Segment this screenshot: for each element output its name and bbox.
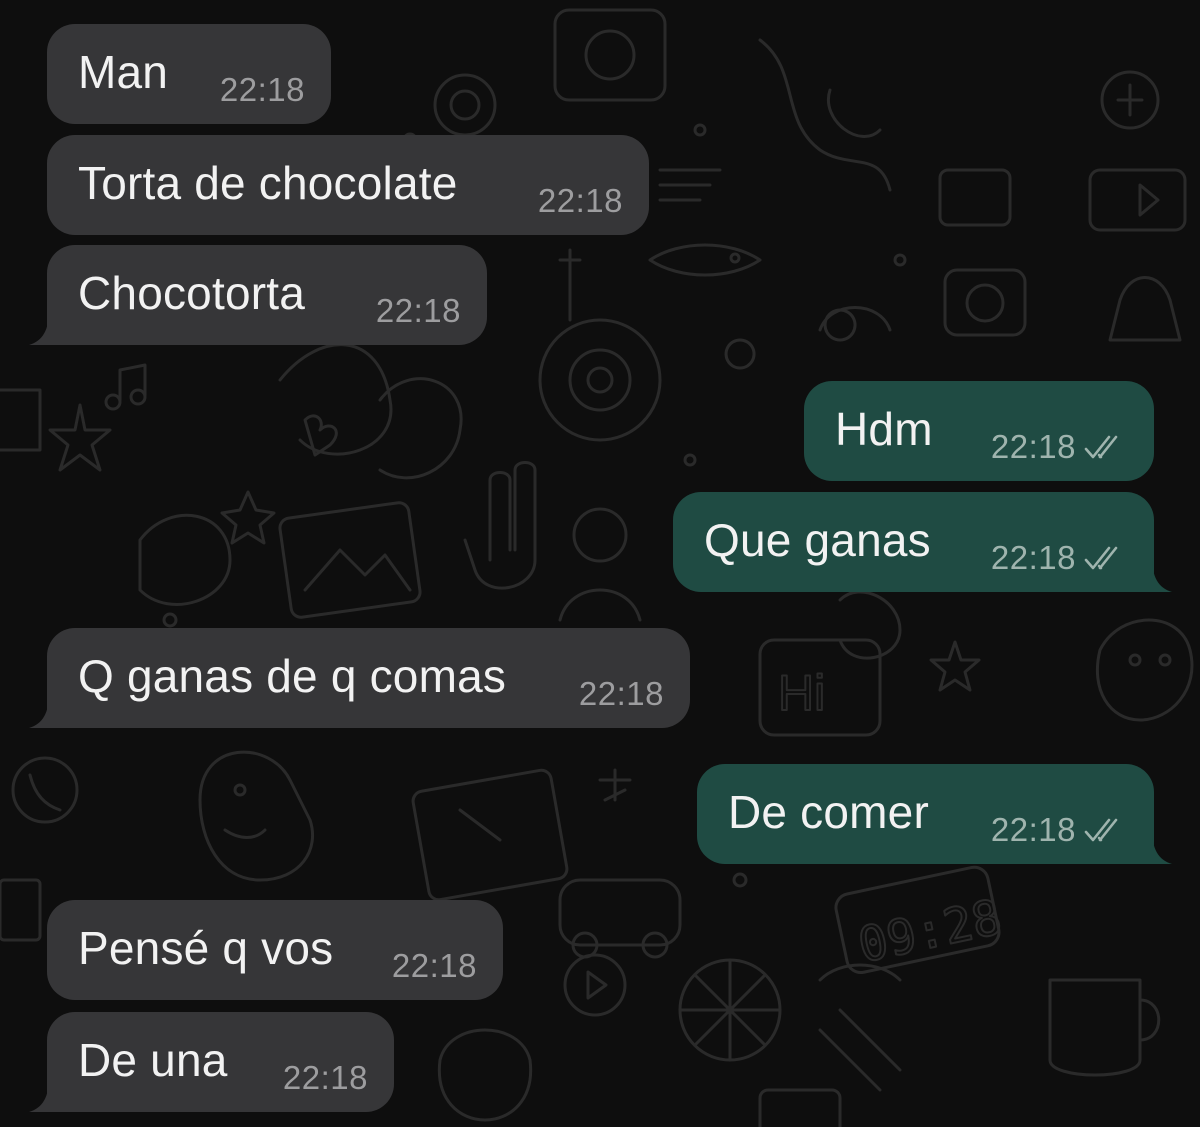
- svg-text:09:28: 09:28: [853, 889, 1006, 974]
- message-bubble-incoming[interactable]: Q ganas de q comas 22:18: [29, 628, 690, 728]
- double-check-icon: [1084, 435, 1118, 459]
- message-bubble-incoming[interactable]: Torta de chocolate 22:18: [47, 135, 649, 235]
- message-meta: 22:18: [991, 810, 1128, 850]
- message-bubble-outgoing[interactable]: De comer 22:18: [697, 764, 1172, 864]
- message-time: 22:18: [990, 539, 1076, 576]
- svg-text:Hi: Hi: [778, 665, 825, 721]
- message-time: 22:18: [219, 71, 305, 108]
- bubble-tail: [29, 694, 63, 728]
- message-meta: 22:18: [991, 538, 1128, 578]
- message-text: Man: [78, 46, 169, 98]
- message-meta: 22:18: [579, 674, 664, 714]
- message-time: 22:18: [391, 947, 477, 984]
- message-bubble-incoming[interactable]: Man 22:18: [47, 24, 331, 124]
- message-text: Pensé q vos: [78, 922, 334, 974]
- message-text: Hdm: [835, 403, 933, 455]
- bubble-tail: [29, 311, 63, 345]
- bubble-tail: [29, 1078, 63, 1112]
- bubble-tail: [1138, 830, 1172, 864]
- message-time: 22:18: [990, 811, 1076, 848]
- message-time: 22:18: [375, 292, 461, 329]
- message-bubble-outgoing[interactable]: Que ganas 22:18: [673, 492, 1172, 592]
- message-time: 22:18: [282, 1059, 368, 1096]
- message-bubble-incoming[interactable]: Chocotorta 22:18: [29, 245, 487, 345]
- message-time: 22:18: [537, 182, 623, 219]
- message-meta: 22:18: [991, 427, 1128, 467]
- message-time: 22:18: [578, 675, 664, 712]
- double-check-icon: [1084, 546, 1118, 570]
- message-meta: 22:18: [283, 1058, 368, 1098]
- message-text: Torta de chocolate: [78, 157, 458, 209]
- message-text: De comer: [728, 786, 929, 838]
- chat-view[interactable]: Hi 09:28 Man 22:18 Torta de chocolate 22…: [0, 0, 1200, 1127]
- message-meta: 22:18: [376, 291, 461, 331]
- double-check-icon: [1084, 818, 1118, 842]
- bubble-tail: [1138, 558, 1172, 592]
- message-meta: 22:18: [538, 181, 623, 221]
- message-bubble-incoming[interactable]: De una 22:18: [29, 1012, 394, 1112]
- message-text: Q ganas de q comas: [78, 650, 507, 702]
- message-meta: 22:18: [220, 70, 305, 110]
- message-text: Que ganas: [704, 514, 931, 566]
- message-bubble-outgoing[interactable]: Hdm 22:18: [804, 381, 1154, 481]
- message-time: 22:18: [990, 428, 1076, 465]
- message-text: De una: [78, 1034, 228, 1086]
- message-meta: 22:18: [392, 946, 477, 986]
- message-text: Chocotorta: [78, 267, 306, 319]
- message-bubble-incoming[interactable]: Pensé q vos 22:18: [47, 900, 503, 1000]
